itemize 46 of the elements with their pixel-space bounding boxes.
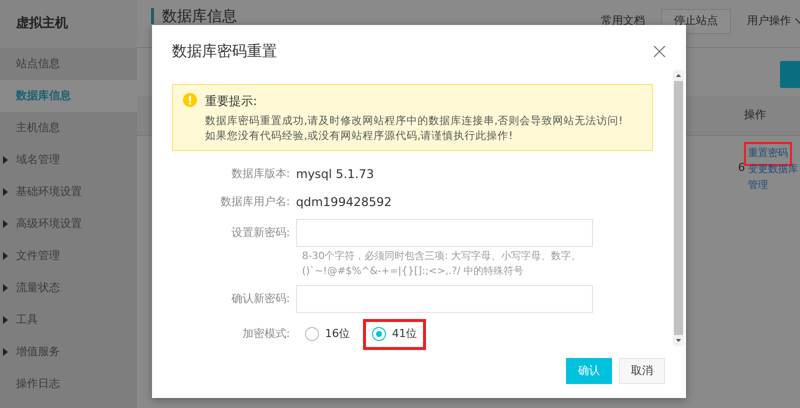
hint-text: 8-30个字符，必须同时包含三项: 大写字母、小写字母、数字、()`~!@#$%^&-+=|{}[]:;<>,.?/ 中的特殊符号 [302, 250, 582, 279]
alert-text: 数据库密码重置成功,请及时修改网站程序中的数据库连接串,否则会导致网站无法访问! [205, 114, 623, 129]
sidebar-item[interactable]: 工具 [0, 304, 137, 336]
cancel-button[interactable]: 取消 [619, 358, 665, 384]
expand-icon[interactable] [3, 156, 8, 164]
action-link[interactable]: 变更数据库 [748, 164, 798, 175]
radio-option[interactable]: 41位 [366, 322, 423, 346]
action-link[interactable]: 管理 [748, 180, 768, 191]
sidebar-item[interactable]: 数据库信息 [0, 80, 137, 112]
expand-icon[interactable] [3, 252, 8, 260]
table-cell-text: 6 [738, 160, 746, 176]
dialog-title: 数据库密码重置 [172, 41, 277, 62]
sidebar-item[interactable]: 文件管理 [0, 240, 137, 272]
expand-icon[interactable] [3, 188, 8, 196]
expand-icon[interactable] [3, 316, 8, 324]
sidebar-item[interactable]: 基础环境设置 [0, 176, 137, 208]
sidebar-item[interactable]: 站点信息 [0, 48, 137, 80]
field-label: 加密模式: [241, 326, 291, 342]
password-field[interactable] [296, 219, 593, 247]
confirm-button[interactable]: 确认 [566, 358, 612, 384]
warning-icon [183, 93, 197, 107]
sidebar-item[interactable]: 高级环境设置 [0, 208, 137, 240]
sidebar-item[interactable]: 流量状态 [0, 272, 137, 304]
alert-title: 重要提示: [205, 93, 258, 110]
radio-option[interactable]: 16位 [299, 322, 356, 346]
field-value: mysql 5.1.73 [296, 166, 374, 183]
alert-text: 如果您没有代码经验,或没有网站程序源代码,请谨慎执行此操作! [205, 129, 514, 144]
radio-button[interactable] [372, 327, 386, 342]
user-menu[interactable]: 用户操作 [747, 13, 800, 30]
expand-icon[interactable] [3, 284, 8, 292]
field-label: 数据库用户名: [219, 194, 291, 210]
sidebar-item[interactable]: 增值服务 [0, 336, 137, 368]
table-header: 操作 [744, 107, 767, 124]
field-value: qdm199428592 [296, 194, 392, 211]
sidebar-item[interactable]: 操作日志 [0, 368, 137, 400]
expand-icon[interactable] [3, 348, 8, 356]
sidebar-item[interactable]: 主机信息 [0, 112, 137, 144]
field-label: 设置新密码: [230, 224, 291, 241]
expand-icon[interactable] [3, 220, 8, 228]
scrollbar[interactable] [673, 70, 684, 346]
radio-button[interactable] [305, 327, 319, 342]
app-title: 虚拟主机 [0, 0, 137, 48]
field-label: 确认新密码: [230, 290, 291, 307]
field-label: 数据库版本: [230, 166, 291, 182]
sidebar-item[interactable]: 域名管理 [0, 144, 137, 176]
password-field[interactable] [296, 285, 593, 313]
